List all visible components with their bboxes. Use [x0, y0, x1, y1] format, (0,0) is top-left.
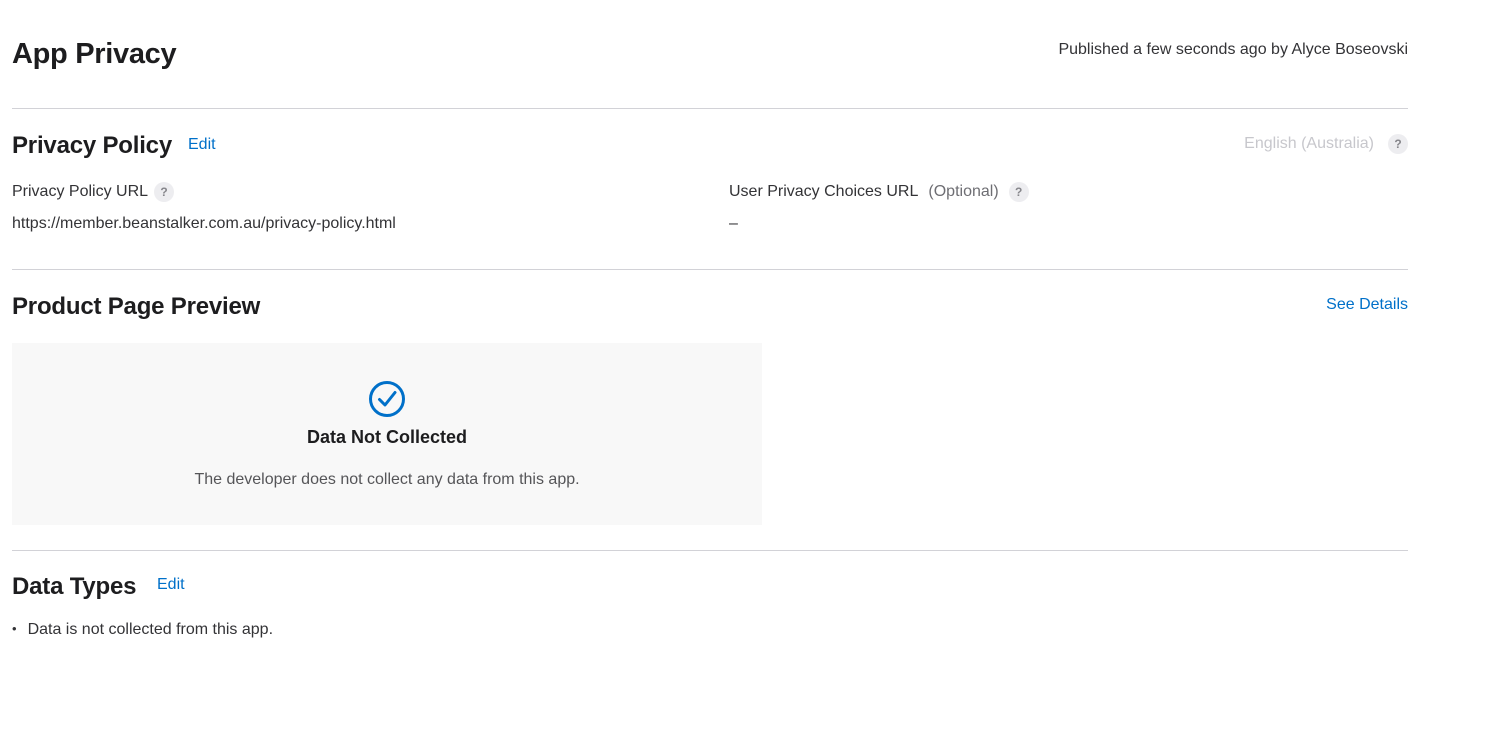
user-privacy-choices-help-icon[interactable]: ?	[1008, 182, 1029, 202]
privacy-policy-url-help-icon[interactable]: ?	[154, 182, 175, 202]
data-types-list: Data is not collected from this app.	[12, 621, 273, 639]
privacy-policy-title: Privacy Policy	[12, 132, 172, 159]
list-item: Data is not collected from this app.	[12, 621, 273, 639]
data-types-edit-link[interactable]: Edit	[157, 576, 185, 594]
page-title: App Privacy	[12, 38, 177, 70]
data-types-section: Data Types Edit Data is not collected fr…	[12, 551, 1408, 671]
user-privacy-choices-url-label-row: User Privacy Choices URL (Optional) ?	[729, 182, 1029, 202]
checkmark-circle-icon	[369, 381, 405, 417]
data-not-collected-card: Data Not Collected The developer does no…	[12, 343, 762, 525]
user-privacy-choices-url-label: User Privacy Choices URL	[729, 183, 919, 200]
data-types-title: Data Types	[12, 573, 137, 600]
optional-tag: (Optional)	[928, 183, 999, 200]
privacy-policy-edit-link[interactable]: Edit	[188, 136, 216, 154]
product-page-preview-title: Product Page Preview	[12, 293, 261, 320]
privacy-policy-url-label-row: Privacy Policy URL ?	[12, 182, 175, 202]
user-privacy-choices-url-value: –	[729, 215, 738, 232]
language-selector[interactable]: English (Australia) ?	[1244, 134, 1408, 154]
language-label: English (Australia)	[1244, 135, 1374, 152]
language-help-icon[interactable]: ?	[1388, 134, 1408, 154]
app-privacy-page: App Privacy Published a few seconds ago …	[12, 0, 1408, 671]
card-description: The developer does not collect any data …	[194, 471, 580, 488]
card-title: Data Not Collected	[306, 427, 468, 447]
page-header: App Privacy Published a few seconds ago …	[12, 0, 1408, 109]
product-page-preview-section: Product Page Preview See Details Data No…	[12, 270, 1408, 551]
published-status: Published a few seconds ago by Alyce Bos…	[1058, 41, 1408, 58]
privacy-policy-url-value: https://member.beanstalker.com.au/privac…	[12, 215, 396, 232]
see-details-link[interactable]: See Details	[1326, 296, 1408, 314]
privacy-policy-url-label: Privacy Policy URL	[12, 183, 149, 200]
privacy-policy-section: Privacy Policy Edit English (Australia) …	[12, 109, 1408, 270]
